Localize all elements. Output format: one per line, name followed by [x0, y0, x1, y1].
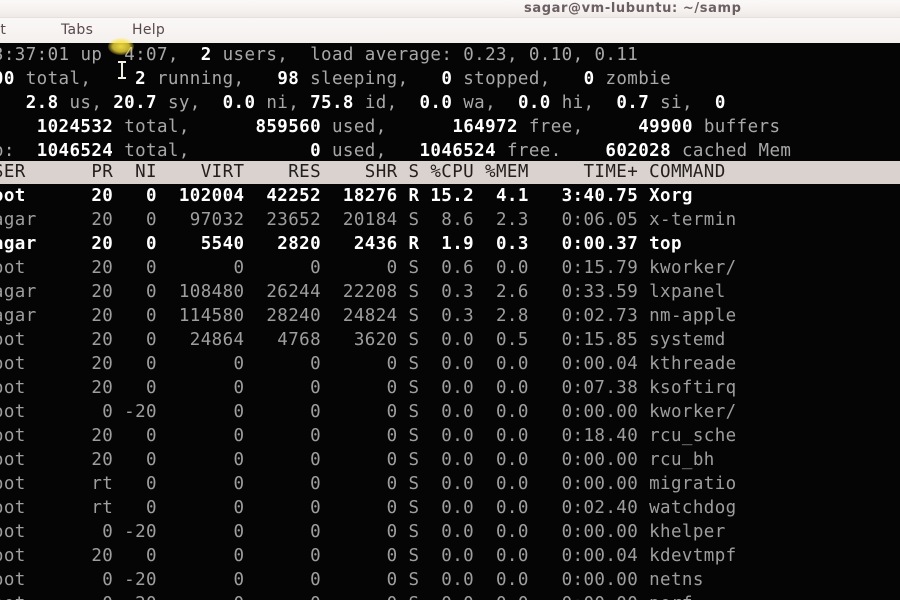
table-row[interactable]: root 20 0 24864 4768 3620 S 0.0 0.5 0:15…	[0, 328, 726, 352]
table-row[interactable]: sagar 20 0 114580 28240 24824 S 0.3 2.8 …	[0, 304, 737, 328]
mem-total-value: 1024532	[36, 117, 114, 137]
menu-item-tabs[interactable]: Tabs	[61, 20, 93, 41]
table-row[interactable]: root 20 0 0 0 0 S 0.0 0.0 0:00.04 kdevtm…	[0, 544, 737, 568]
top-swap-line: ap: 1046524 total, 0 used, 1046524 free.…	[0, 139, 791, 163]
table-row[interactable]: root 20 0 0 0 0 S 0.6 0.0 0:15.79 kworke…	[0, 256, 737, 280]
cpu-sy-value: 20.7	[113, 93, 157, 113]
table-row[interactable]: root 0 -20 0 0 0 S 0.0 0.0 0:00.00 khelp…	[0, 520, 726, 544]
tasks-sleeping-label: sleeping,	[310, 69, 409, 89]
swap-prefix: ap:	[0, 141, 15, 161]
tasks-zombie: 0	[583, 69, 595, 89]
top-mem-line: m: 1024532 total, 859560 used, 164972 fr…	[0, 115, 780, 139]
cpu-us-value: 2.8	[25, 93, 59, 113]
cpu-ni-value: 0.0	[222, 93, 256, 113]
top-cpu-line: ): 2.8 us, 20.7 sy, 0.0 ni, 75.8 id, 0.0…	[0, 91, 726, 115]
menu-item-help[interactable]: Help	[132, 20, 165, 41]
tasks-total-label: total,	[25, 69, 92, 89]
table-row[interactable]: sagar 20 0 108480 26244 22208 S 0.3 2.6 …	[0, 280, 726, 304]
load-average-label: load average:	[310, 45, 453, 65]
tasks-running: 2	[135, 69, 147, 89]
uptime-time: 13:37:01	[0, 45, 70, 65]
cpu-id-value: 75.8	[310, 93, 354, 113]
tasks-stopped-label: stopped,	[463, 69, 551, 89]
cpu-sy-label: sy,	[167, 93, 201, 113]
tasks-running-label: running,	[157, 69, 245, 89]
table-row[interactable]: sagar 20 0 97032 23652 20184 S 8.6 2.3 0…	[0, 208, 737, 232]
mem-free-value: 164972	[452, 117, 518, 137]
table-row[interactable]: root 20 0 0 0 0 S 0.0 0.0 0:07.38 ksofti…	[0, 376, 737, 400]
swap-total-value: 1046524	[36, 141, 114, 161]
load-average-values: 0.23, 0.10, 0.11	[463, 45, 639, 65]
cpu-hi-value: 0.0	[517, 93, 551, 113]
uptime-up-label: up	[80, 45, 103, 65]
swap-free-value: 1046524	[419, 141, 497, 161]
cpu-us-label: us,	[69, 93, 103, 113]
tasks-total: 100	[0, 69, 15, 89]
table-row[interactable]: root rt 0 0 0 0 S 0.0 0.0 0:02.40 watchd…	[0, 496, 737, 520]
table-row[interactable]: sagar 20 0 5540 2820 2436 R 1.9 0.3 0:00…	[0, 232, 682, 256]
cpu-hi-label: hi,	[561, 93, 595, 113]
swap-free-label: free.	[506, 141, 562, 161]
table-row[interactable]: root 0 -20 0 0 0 S 0.0 0.0 0:00.00 perf	[0, 592, 693, 600]
mem-used-value: 859560	[255, 117, 322, 137]
process-table-header-text: USER PR NI VIRT RES SHR S %CPU %MEM TIME…	[0, 162, 726, 182]
tasks-stopped: 0	[441, 69, 453, 89]
cpu-ni-label: ni,	[266, 93, 300, 113]
swap-used-label: used,	[331, 141, 387, 161]
cpu-si-label: si,	[660, 93, 693, 113]
cpu-si-value: 0.7	[616, 93, 650, 113]
uptime-users-count: 2	[200, 45, 212, 65]
cpu-wa-value: 0.0	[419, 93, 453, 113]
mem-buffers-value: 49900	[638, 117, 693, 137]
uptime-value: 4:07,	[124, 45, 179, 65]
table-row[interactable]: root 20 0 0 0 0 S 0.0 0.0 0:00.00 rcu_bh	[0, 448, 715, 472]
tasks-sleeping: 98	[277, 69, 300, 89]
table-row[interactable]: root 20 0 0 0 0 S 0.0 0.0 0:18.40 rcu_sc…	[0, 424, 737, 448]
cpu-wa-label: wa,	[463, 93, 497, 113]
process-table-header[interactable]: USER PR NI VIRT RES SHR S %CPU %MEM TIME…	[0, 161, 900, 184]
table-row[interactable]: root 20 0 102004 42252 18276 R 15.2 4.1 …	[0, 184, 693, 208]
swap-total-label: total,	[124, 141, 190, 161]
menubar: dit Tabs Help	[0, 18, 900, 43]
terminal-output-area[interactable]: 13:37:01 up 4:07, 2 users, load average:…	[0, 43, 900, 600]
swap-cached-value: 602028	[605, 141, 672, 161]
uptime-users-label: users,	[222, 45, 289, 65]
tasks-zombie-label: zombie	[605, 69, 672, 89]
mem-buffers-label: buffers	[703, 117, 781, 137]
top-tasks-line: 100 total, 2 running, 98 sleeping, 0 sto…	[0, 67, 671, 91]
swap-used-value: 0	[310, 141, 322, 161]
mem-free-label: free,	[528, 117, 584, 137]
table-row[interactable]: root rt 0 0 0 0 S 0.0 0.0 0:00.00 migrat…	[0, 472, 737, 496]
window-title: sagar@vm-lubuntu: ~/samp	[524, 1, 742, 16]
mem-total-label: total,	[124, 117, 190, 137]
window-titlebar[interactable]: sagar@vm-lubuntu: ~/samp	[0, 0, 900, 18]
cpu-id-label: id,	[364, 93, 398, 113]
mem-used-label: used,	[332, 117, 387, 137]
swap-cached-label: cached Mem	[681, 141, 792, 161]
table-row[interactable]: root 0 -20 0 0 0 S 0.0 0.0 0:00.00 kwork…	[0, 400, 737, 424]
terminal-window-screenshot: sagar@vm-lubuntu: ~/samp dit Tabs Help 1…	[0, 0, 900, 600]
table-row[interactable]: root 20 0 0 0 0 S 0.0 0.0 0:00.04 kthrea…	[0, 352, 737, 376]
table-row[interactable]: root 0 -20 0 0 0 S 0.0 0.0 0:00.00 netns	[0, 568, 704, 592]
menu-item-edit[interactable]: dit	[0, 20, 6, 41]
cpu-st-value: 0	[714, 93, 726, 113]
top-uptime-line: 13:37:01 up 4:07, 2 users, load average:…	[0, 43, 638, 67]
